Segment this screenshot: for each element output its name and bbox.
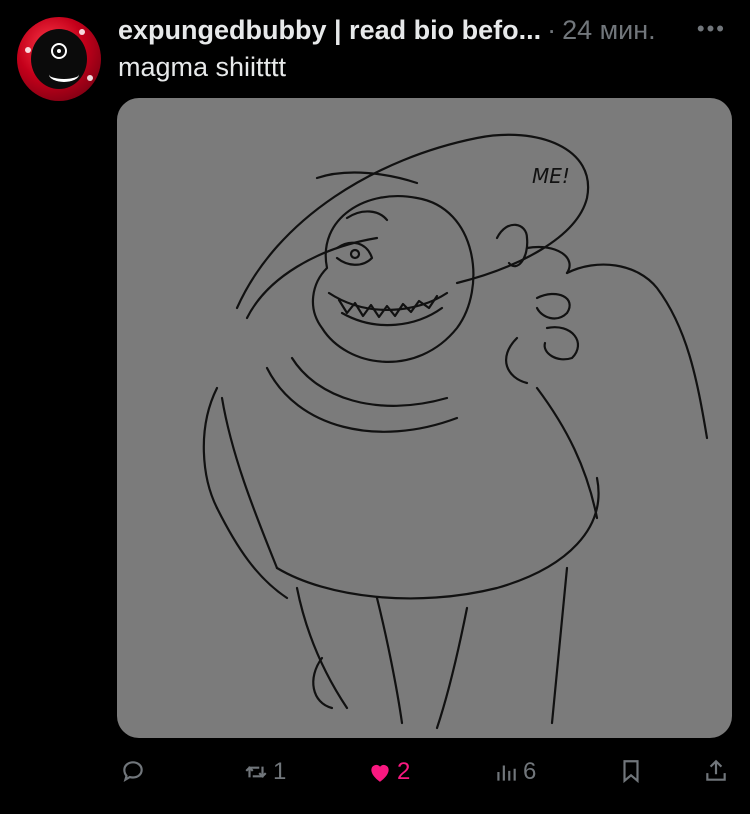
like-count: 2: [397, 758, 411, 785]
bookmark-icon: [623, 760, 639, 784]
avatar-grin: [49, 67, 79, 82]
like-button[interactable]: 2: [367, 758, 410, 786]
media-annotation: ME!: [532, 164, 570, 188]
tweet-text: magma shiitttt: [118, 52, 287, 82]
retweet-icon: [245, 766, 267, 778]
share-button[interactable]: [703, 758, 729, 784]
sketch-drawing: ME!: [202, 133, 709, 730]
author-name[interactable]: expungedbubby | read bio befo...: [118, 15, 541, 46]
tweet-header: expungedbubby | read bio befo... · 24 ми…: [118, 14, 726, 46]
action-bar: 1 2 6: [0, 748, 750, 798]
retweet-count: 1: [273, 758, 287, 785]
bookmark-button[interactable]: [618, 758, 644, 784]
reply-icon: [123, 761, 143, 783]
share-icon: [706, 759, 726, 781]
avatar-sparkle: [87, 75, 93, 81]
more-icon[interactable]: •••: [697, 16, 726, 42]
tweet-timestamp[interactable]: 24 мин.: [562, 15, 656, 46]
views-count: 6: [523, 758, 537, 785]
avatar-eye: [51, 43, 67, 59]
avatar-face: [31, 29, 87, 89]
time-separator: ·: [547, 14, 557, 45]
views-button[interactable]: 6: [493, 758, 536, 786]
like-icon: [371, 764, 389, 782]
author-avatar[interactable]: [17, 17, 101, 101]
reply-button[interactable]: [120, 758, 150, 784]
avatar-sparkle: [25, 47, 31, 53]
avatar-sparkle: [79, 29, 85, 35]
retweet-button[interactable]: 1: [243, 758, 286, 786]
views-icon: [497, 765, 516, 781]
tweet-media-image[interactable]: ME!: [117, 98, 732, 738]
